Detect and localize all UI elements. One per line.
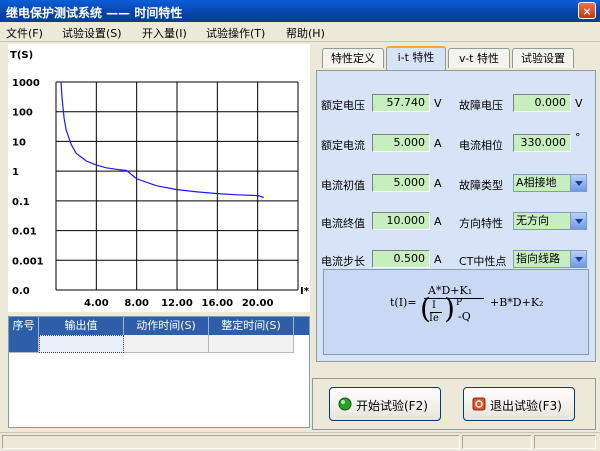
formula-rhs: +B*D+K₂ [490,296,544,309]
start-test-button[interactable]: 开始试验(F2) [329,387,441,421]
chevron-down-icon[interactable] [570,251,586,267]
window-title: 继电保护测试系统 —— 时间特性 [6,6,183,20]
action-button-area: 开始试验(F2) 退出试验(F3) [312,378,596,430]
x-axis-label: I* [300,286,310,297]
formula-lhs: t(I)= [390,296,417,309]
y-tick-label: 0.0 [12,286,30,297]
rated-current-unit: A [434,137,442,150]
fault-type-value: A相接地 [516,176,557,189]
x-tick-label: 16.00 [202,298,234,309]
col-index: 序号 [9,317,39,335]
current-phase-unit: ° [575,131,581,144]
green-light-icon [338,397,352,411]
y-tick-label: 1 [12,167,19,178]
current-start-label: 电流初值 [321,179,365,192]
ct-neutral-value: 指向线路 [516,252,560,265]
chevron-down-icon[interactable] [570,213,586,229]
tab-it-characteristic[interactable]: i-t 特性 [386,46,446,70]
current-step-input[interactable]: 0.500 [372,250,430,268]
row-index-cell[interactable] [9,335,39,353]
exit-test-button[interactable]: 退出试验(F3) [463,387,575,421]
title-bar: 继电保护测试系统 —— 时间特性 × [0,0,600,22]
it-characteristic-panel: 额定电压 57.740 V 故障电压 0.000 V 额定电流 5.000 A … [316,70,596,362]
y-tick-label: 1000 [12,78,40,89]
menu-test-operation[interactable]: 试验操作(T) [206,25,265,41]
tab-vt-characteristic[interactable]: v-t 特性 [448,48,510,68]
fault-voltage-label: 故障电压 [459,99,503,112]
direction-select[interactable]: 无方向 [513,212,587,230]
formula-power: P [456,298,463,308]
table-row[interactable] [9,335,309,353]
y-tick-label: 0.1 [12,197,30,208]
fault-type-label: 故障类型 [459,179,503,192]
settings-panel: 特性定义 i-t 特性 v-t 特性 试验设置 额定电压 57.740 V 故障… [316,44,596,362]
current-start-input[interactable]: 5.000 [372,174,430,192]
col-action-time: 动作时间(S) [124,317,209,335]
time-characteristic-chart: T(S) 1000 100 10 1 0.1 0.01 0.001 0.0 4.00 8.00 12.… [8,44,310,312]
status-bar [0,432,600,451]
y-tick-label: 0.001 [12,256,44,267]
x-tick-label: 8.00 [124,298,149,309]
fault-type-select[interactable]: A相接地 [513,174,587,192]
table-header: 序号 输出值 动作时间(S) 整定时间(S) [9,317,309,335]
current-phase-input[interactable]: 330.000 [513,134,571,152]
menu-file[interactable]: 文件(F) [6,25,43,41]
ct-neutral-label: CT中性点 [459,255,507,268]
ct-neutral-select[interactable]: 指向线路 [513,250,587,268]
col-setting-time: 整定时间(S) [209,317,294,335]
col-output: 输出值 [39,317,124,335]
formula-frac-i: I [432,300,436,311]
y-tick-label: 100 [12,108,33,119]
status-cell-3 [534,435,596,449]
rated-current-input[interactable]: 5.000 [372,134,430,152]
row-action-time-cell[interactable] [124,335,209,353]
rated-voltage-unit: V [434,97,442,110]
status-cell-main [2,435,460,449]
direction-label: 方向特性 [459,217,503,230]
results-table: 序号 输出值 动作时间(S) 整定时间(S) [8,316,310,428]
characteristic-curve [60,81,264,199]
formula-frac-ie: Ie [429,313,439,324]
chevron-down-icon[interactable] [570,175,586,191]
current-end-unit: A [434,215,442,228]
current-end-input[interactable]: 10.000 [372,212,430,230]
current-start-unit: A [434,177,442,190]
x-tick-label: 20.00 [242,298,274,309]
x-tick-label: 4.00 [84,298,109,309]
menu-test-settings[interactable]: 试验设置(S) [62,25,122,41]
current-phase-label: 电流相位 [459,139,503,152]
fault-voltage-input[interactable]: 0.000 [513,94,571,112]
paren-right: ) [444,292,455,325]
exit-test-label: 退出试验(F3) [490,399,562,413]
close-button[interactable]: × [578,2,596,19]
chart-svg: T(S) 1000 100 10 1 0.1 0.01 0.001 0.0 4.00 8.00 12.… [10,50,310,309]
y-tick-label: 10 [12,137,26,148]
direction-value: 无方向 [516,214,549,227]
current-end-label: 电流终值 [321,217,365,230]
formula-minus-q: -Q [458,310,471,323]
tab-characteristic-definition[interactable]: 特性定义 [322,48,384,68]
y-tick-label: 0.01 [12,227,37,238]
start-test-label: 开始试验(F2) [356,399,428,413]
rated-voltage-input[interactable]: 57.740 [372,94,430,112]
tab-test-settings[interactable]: 试验设置 [512,48,574,68]
row-setting-time-cell[interactable] [209,335,294,353]
stop-icon [472,397,486,411]
fault-voltage-unit: V [575,97,583,110]
menu-binary-input[interactable]: 开入量(I) [142,25,187,41]
x-tick-label: 12.00 [161,298,193,309]
row-output-cell[interactable] [39,335,124,353]
y-axis-label: T(S) [10,50,33,61]
current-step-unit: A [434,253,442,266]
menu-help[interactable]: 帮助(H) [286,25,325,41]
rated-voltage-label: 额定电压 [321,99,365,112]
status-cell-2 [462,435,532,449]
formula-display: t(I)= A*D+K₁ ( I Ie ) P -Q +B*D+K₂ [323,269,589,355]
rated-current-label: 额定电流 [321,139,365,152]
current-step-label: 电流步长 [321,255,365,268]
menu-bar: 文件(F) 试验设置(S) 开入量(I) 试验操作(T) 帮助(H) [0,22,600,42]
